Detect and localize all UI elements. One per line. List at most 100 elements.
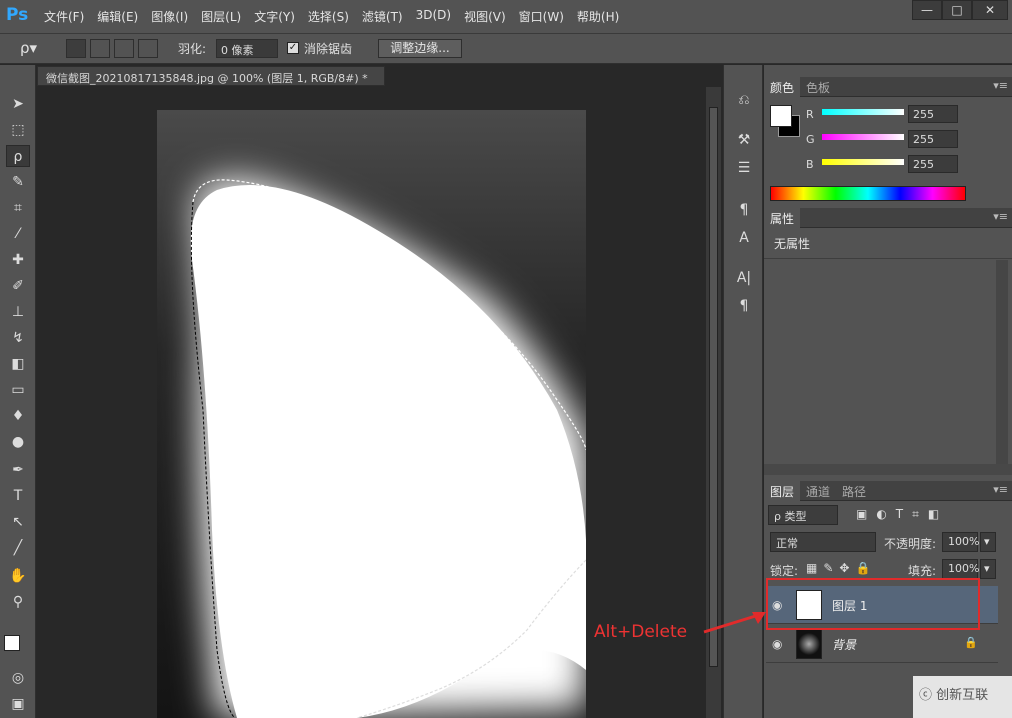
lasso-preset-icon[interactable]: ρ▾ xyxy=(20,39,37,57)
eraser-tool-icon[interactable]: ◧ xyxy=(6,353,30,375)
close-button[interactable]: ✕ xyxy=(972,0,1008,20)
layer-filter-icons[interactable]: ▣◐T⌗◧ xyxy=(856,507,948,522)
menu-help[interactable]: 帮助(H) xyxy=(577,8,628,25)
move-tool-icon[interactable]: ➤ xyxy=(6,93,30,115)
document-tab[interactable]: 微信截图_20210817135848.jpg @ 100% (图层 1, RG… xyxy=(37,66,385,86)
hand-tool-icon[interactable]: ✋ xyxy=(6,565,30,587)
properties-menu-icon[interactable]: ▾≡ xyxy=(993,210,1008,223)
feather-label: 羽化: xyxy=(178,42,207,56)
healing-brush-icon[interactable]: ✚ xyxy=(6,249,30,271)
tab-layers[interactable]: 图层 xyxy=(764,481,801,502)
fill-dropdown[interactable]: ▾ xyxy=(980,559,996,579)
antialias-label: 消除锯齿 xyxy=(304,42,353,56)
type-tool-icon[interactable]: T xyxy=(6,485,30,507)
panel-menu-icon[interactable]: ▾≡ xyxy=(993,79,1008,92)
blue-track[interactable] xyxy=(822,159,904,165)
opacity-dropdown[interactable]: ▾ xyxy=(980,532,996,552)
stamp-tool-icon[interactable]: ⊥ xyxy=(6,301,30,323)
path-select-tool-icon[interactable]: ↖ xyxy=(6,511,30,533)
screen-mode-icon[interactable]: ▣ xyxy=(6,693,30,715)
layer-name[interactable]: 背景 xyxy=(832,636,856,653)
menu-window[interactable]: 窗口(W) xyxy=(519,8,573,25)
no-properties-text: 无属性 xyxy=(774,237,811,251)
photoshop-logo: Ps xyxy=(6,5,29,25)
layer-filter-select[interactable]: ρ 类型 xyxy=(768,505,838,525)
tools-panel: ➤ ⬚ ρ ✎ ⌗ ⁄ ✚ ✐ ⊥ ↯ ◧ ▭ ♦ ● ✒ T ↖ ╱ ✋ ⚲ … xyxy=(0,65,36,718)
window-controls: — □ ✕ xyxy=(912,0,1008,20)
menu-3d[interactable]: 3D(D) xyxy=(416,8,460,25)
maximize-button[interactable]: □ xyxy=(942,0,972,20)
red-track[interactable] xyxy=(822,109,904,115)
properties-panel-body: 无属性 xyxy=(764,230,1012,475)
adjustments-icon[interactable]: ☰ xyxy=(733,157,755,179)
menu-layer[interactable]: 图层(L) xyxy=(201,8,250,25)
menu-edit[interactable]: 编辑(E) xyxy=(97,8,147,25)
menu-filter[interactable]: 滤镜(T) xyxy=(362,8,412,25)
dodge-tool-icon[interactable]: ● xyxy=(6,431,30,453)
pen-tool-icon[interactable]: ✒ xyxy=(6,459,30,481)
line-tool-icon[interactable]: ╱ xyxy=(6,537,30,559)
tab-channels[interactable]: 通道 xyxy=(800,481,836,502)
new-selection-icon[interactable] xyxy=(66,39,86,58)
green-value-field[interactable]: 255 xyxy=(908,130,958,148)
red-slider[interactable]: R 255 xyxy=(806,105,1006,125)
add-selection-icon[interactable] xyxy=(90,39,110,58)
menu-file[interactable]: 文件(F) xyxy=(44,8,93,25)
eyedropper-tool-icon[interactable]: ⁄ xyxy=(6,223,30,245)
opacity-field[interactable]: 100% xyxy=(942,532,979,552)
tab-swatches[interactable]: 色板 xyxy=(800,77,836,98)
lock-icon: 🔒 xyxy=(964,636,978,649)
refine-edge-button[interactable]: 调整边缘... xyxy=(378,39,462,58)
menu-select[interactable]: 选择(S) xyxy=(308,8,358,25)
menu-type[interactable]: 文字(Y) xyxy=(254,8,304,25)
intersect-selection-icon[interactable] xyxy=(138,39,158,58)
green-slider[interactable]: G 255 xyxy=(806,130,1006,150)
green-track[interactable] xyxy=(822,134,904,140)
gradient-tool-icon[interactable]: ▭ xyxy=(6,379,30,401)
quick-select-tool-icon[interactable]: ✎ xyxy=(6,171,30,193)
subtract-selection-icon[interactable] xyxy=(114,39,134,58)
color-spectrum-bar[interactable] xyxy=(770,186,966,201)
character-styles-icon[interactable]: A xyxy=(733,227,755,249)
feather-input[interactable]: 0 像素 xyxy=(216,39,278,58)
menu-view[interactable]: 视图(V) xyxy=(464,8,515,25)
fill-field[interactable]: 100% xyxy=(942,559,979,579)
minimize-button[interactable]: — xyxy=(912,0,942,20)
blend-mode-select[interactable]: 正常 xyxy=(770,532,876,552)
brush-tool-icon[interactable]: ✐ xyxy=(6,275,30,297)
layers-menu-icon[interactable]: ▾≡ xyxy=(993,483,1008,496)
history-panel-icon[interactable]: ⎌ xyxy=(733,89,755,111)
document-canvas[interactable] xyxy=(157,110,586,718)
visibility-eye-icon[interactable]: ◉ xyxy=(772,637,782,651)
red-value-field[interactable]: 255 xyxy=(908,105,958,123)
tab-paths[interactable]: 路径 xyxy=(836,481,872,502)
history-brush-icon[interactable]: ↯ xyxy=(6,327,30,349)
character-panel-icon[interactable]: A| xyxy=(733,267,755,289)
watermark: ⓒ 创新互联 xyxy=(913,676,1012,718)
crop-tool-icon[interactable]: ⌗ xyxy=(6,197,30,219)
tab-properties[interactable]: 属性 xyxy=(764,208,801,229)
antialias-checkbox[interactable]: ✓ xyxy=(287,42,299,54)
color-panel-tabs: 颜色 色板 ▾≡ xyxy=(764,77,1012,98)
blur-tool-icon[interactable]: ♦ xyxy=(6,405,30,427)
tab-color[interactable]: 颜色 xyxy=(764,77,801,98)
layer-thumbnail xyxy=(796,629,822,659)
marquee-tool-icon[interactable]: ⬚ xyxy=(6,119,30,141)
lasso-tool-icon[interactable]: ρ xyxy=(6,145,30,167)
layer-row-background[interactable]: ◉ 背景 🔒 xyxy=(766,625,998,663)
foreground-color-swatch[interactable] xyxy=(4,635,20,651)
tool-presets-icon[interactable]: ⚒ xyxy=(733,129,755,151)
properties-scrollbar[interactable] xyxy=(996,260,1008,465)
watermark-text: 创新互联 xyxy=(936,688,989,703)
color-panel-swatches[interactable] xyxy=(770,105,802,137)
paragraph-styles-icon[interactable]: ¶ xyxy=(733,199,755,221)
paragraph-panel-icon[interactable]: ¶ xyxy=(733,295,755,317)
blue-value-field[interactable]: 255 xyxy=(908,155,958,173)
zoom-tool-icon[interactable]: ⚲ xyxy=(6,591,30,613)
options-bar: ρ▾ 羽化: 0 像素 ✓ 消除锯齿 调整边缘... xyxy=(0,34,1012,64)
lock-icons[interactable]: ▦✎✥🔒 xyxy=(806,561,876,575)
blue-slider[interactable]: B 255 xyxy=(806,155,1006,175)
menu-image[interactable]: 图像(I) xyxy=(151,8,197,25)
layers-panel-tabs: 图层 通道 路径 ▾≡ xyxy=(764,481,1012,502)
quick-mask-icon[interactable]: ◎ xyxy=(6,667,30,689)
